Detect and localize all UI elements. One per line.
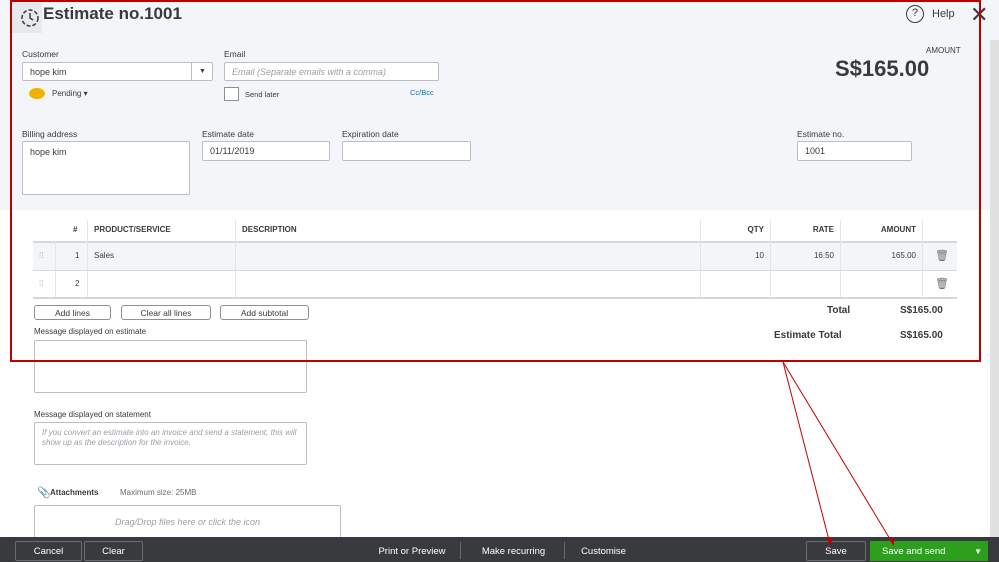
save-and-send-label: Save and send — [882, 545, 946, 557]
attachments-dropzone[interactable]: Drag/Drop files here or click the icon — [34, 505, 341, 538]
add-subtotal-button[interactable]: Add subtotal — [220, 305, 309, 320]
amount-value: S$165.00 — [835, 56, 930, 81]
make-recurring-button[interactable]: Make recurring — [470, 541, 557, 561]
save-button[interactable]: Save — [806, 541, 866, 561]
col-product: PRODUCT/SERVICE — [94, 225, 171, 234]
message-statement-input[interactable]: If you convert an estimate into an invoi… — [34, 422, 307, 465]
message-estimate-input[interactable] — [34, 340, 307, 393]
attachments-label: Attachments — [50, 488, 99, 497]
page-title: Estimate no.1001 — [43, 4, 182, 23]
amount-label: AMOUNT — [926, 46, 961, 55]
billing-label: Billing address — [22, 129, 78, 139]
annotation-arrow-save — [782, 361, 831, 545]
col-qty: QTY — [747, 225, 764, 234]
save-and-send-button[interactable]: Save and send ▼ — [870, 541, 988, 561]
cc-bcc-link[interactable]: Cc/Bcc — [410, 88, 434, 97]
estimate-no-label: Estimate no. — [797, 129, 845, 139]
trash-icon[interactable]: 🗑 — [935, 277, 949, 290]
estimate-total-label: Estimate Total — [774, 330, 842, 341]
customer-label: Customer — [22, 49, 59, 59]
estimate-no-value: 1001 — [805, 146, 826, 156]
total-label: Total — [827, 305, 851, 316]
status-dropdown[interactable]: Pending ▾ — [52, 89, 88, 98]
row-amount[interactable]: 165.00 — [840, 251, 916, 260]
attachments-max-size: Maximum size: 25MB — [120, 488, 197, 497]
customise-button[interactable]: Customise — [572, 541, 635, 561]
help-link[interactable]: Help — [932, 8, 955, 20]
total-value: S$165.00 — [900, 305, 943, 316]
billing-address-input[interactable]: hope kim — [22, 141, 190, 195]
estimate-date-label: Estimate date — [202, 129, 254, 139]
chevron-down-icon[interactable]: ▼ — [974, 547, 982, 556]
help-icon[interactable]: ? — [906, 5, 924, 23]
clear-all-lines-button[interactable]: Clear all lines — [121, 305, 211, 320]
row-number: 2 — [75, 279, 80, 288]
send-later-checkbox[interactable] — [224, 87, 239, 101]
row-product[interactable]: Sales — [94, 251, 114, 260]
dropzone-text: Drag/Drop files here or click the icon — [114, 517, 261, 527]
customer-select[interactable]: hope kim ▼ — [22, 62, 213, 81]
pending-eye-icon — [29, 88, 45, 99]
estimate-total-value: S$165.00 — [900, 330, 943, 341]
customer-value: hope kim — [30, 66, 67, 77]
drag-handle-icon[interactable]: ⁞⁞ — [39, 251, 43, 260]
row-qty[interactable]: 10 — [700, 251, 764, 260]
row-rate[interactable]: 16.50 — [770, 251, 834, 260]
col-description: DESCRIPTION — [242, 225, 297, 234]
estimate-no-input[interactable]: 1001 — [797, 141, 912, 161]
close-icon[interactable]: ✕ — [970, 2, 988, 28]
print-preview-button[interactable]: Print or Preview — [370, 541, 454, 561]
send-later-label: Send later — [245, 90, 280, 99]
col-number: # — [73, 225, 78, 234]
row-number: 1 — [75, 251, 80, 260]
col-amount: AMOUNT — [880, 225, 916, 234]
scrollbar[interactable] — [990, 40, 999, 537]
col-rate: RATE — [812, 225, 834, 234]
history-icon[interactable] — [9, 3, 42, 33]
drag-handle-icon[interactable]: ⁞⁞ — [39, 279, 43, 288]
message-estimate-label: Message displayed on estimate — [34, 327, 147, 336]
status-label: Pending — [52, 89, 82, 98]
paperclip-icon: 📎 — [37, 487, 51, 499]
email-input[interactable]: Email (Separate emails with a comma) — [224, 62, 439, 81]
email-placeholder: Email (Separate emails with a comma) — [232, 66, 387, 77]
message-statement-placeholder: If you convert an estimate into an invoi… — [42, 428, 297, 447]
expiration-date-label: Expiration date — [342, 129, 399, 139]
cancel-button[interactable]: Cancel — [15, 541, 82, 561]
chevron-down-icon[interactable]: ▼ — [191, 63, 213, 80]
annotation-arrow-save-send — [782, 361, 894, 545]
add-lines-button[interactable]: Add lines — [34, 305, 111, 320]
expiration-date-input[interactable] — [342, 141, 471, 161]
trash-icon[interactable]: 🗑 — [935, 249, 949, 262]
email-label: Email — [224, 49, 246, 59]
billing-value: hope kim — [30, 147, 67, 157]
estimate-date-value: 01/11/2019 — [210, 146, 255, 156]
message-statement-label: Message displayed on statement — [34, 410, 151, 419]
estimate-date-input[interactable]: 01/11/2019 — [202, 141, 330, 161]
clear-button[interactable]: Clear — [84, 541, 143, 561]
